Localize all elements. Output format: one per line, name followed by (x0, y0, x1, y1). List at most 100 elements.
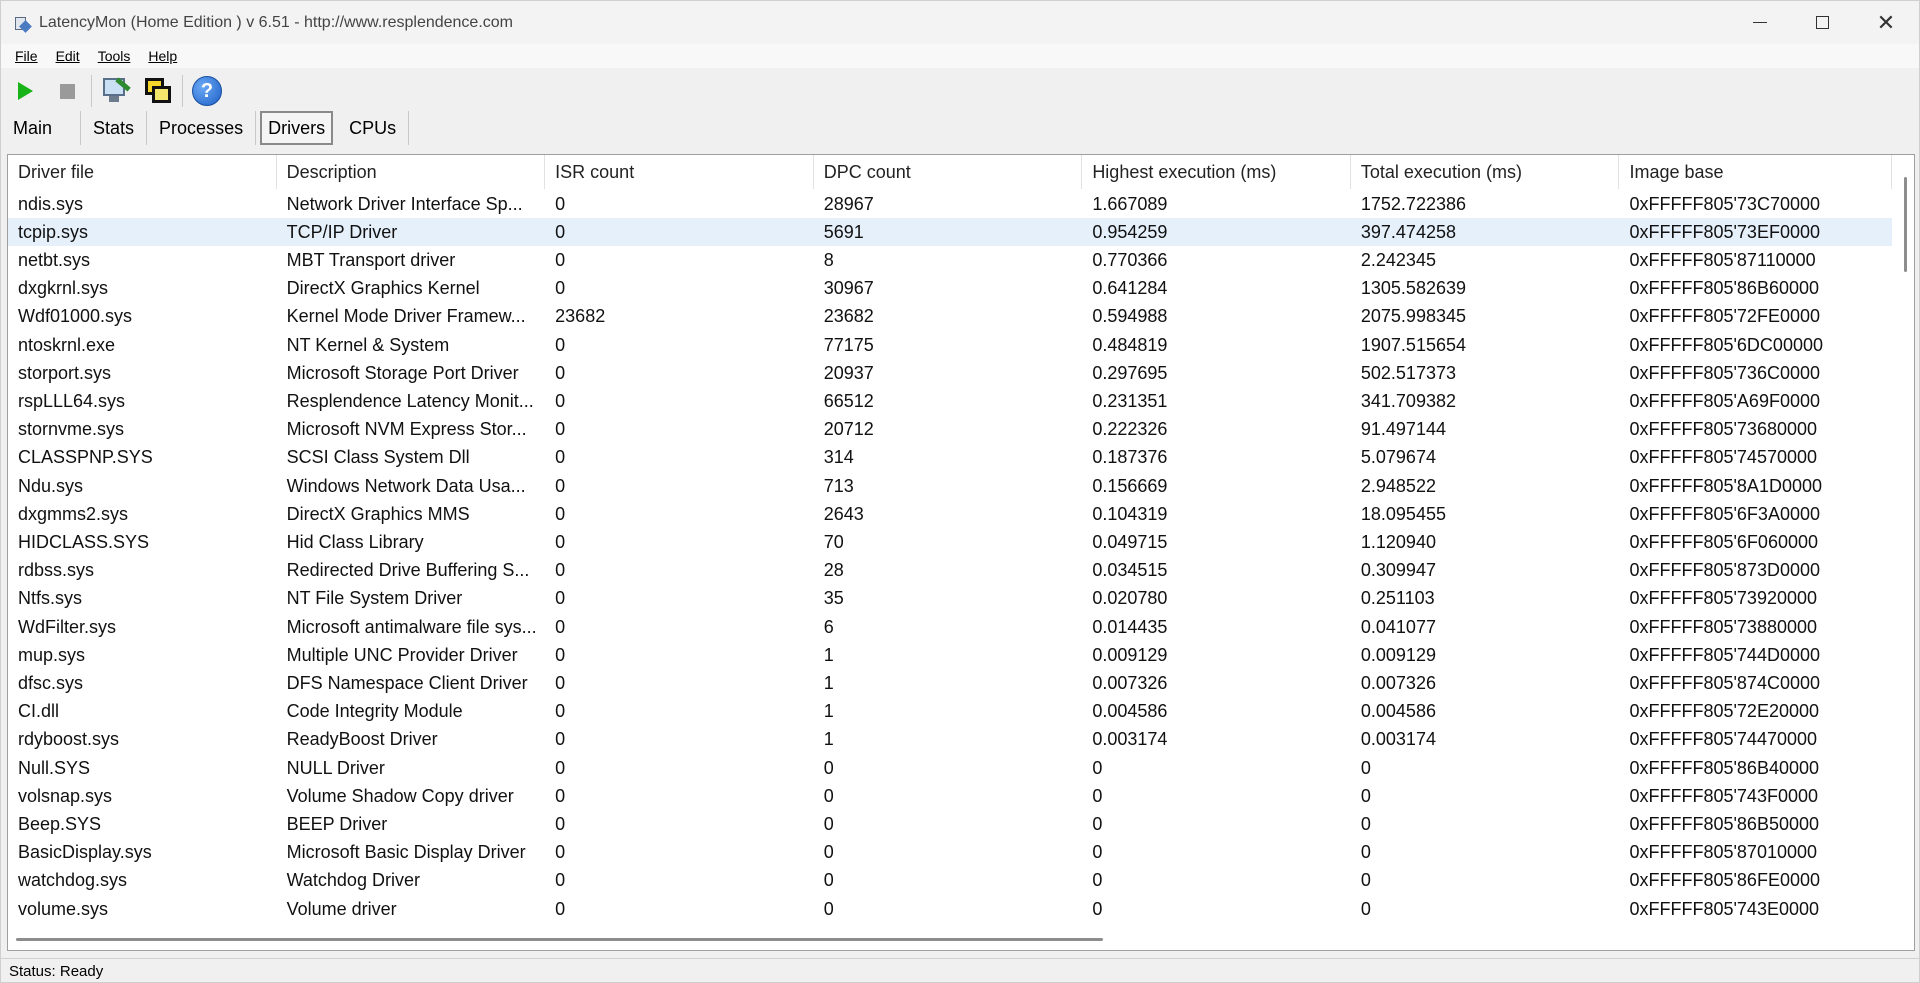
table-cell: 0 (1092, 870, 1103, 891)
table-cell: 0xFFFFF805'743E0000 (1629, 898, 1820, 919)
table-cell: 0 (555, 278, 566, 299)
table-row[interactable]: rspLLL64.sys Resplendence Latency Monit..… (8, 387, 1892, 415)
table-cell: 0 (555, 757, 566, 778)
table-cell: 0.156669 (1092, 475, 1168, 496)
table-cell: CI.dll (18, 701, 60, 722)
table-cell: Microsoft antimalware file sys... (286, 616, 537, 637)
table-cell: netbt.sys (18, 249, 91, 270)
maximize-button[interactable] (1791, 1, 1853, 44)
table-row[interactable]: WdFilter.sys Microsoft antimalware file s… (8, 613, 1892, 641)
close-button[interactable]: ✕ (1853, 1, 1919, 44)
horizontal-scrollbar[interactable] (8, 926, 1892, 950)
column-header-driver-file[interactable]: Driver file (8, 155, 277, 189)
title-bar[interactable]: LatencyMon (Home Edition ) v 6.51 - http… (1, 1, 1919, 44)
table-cell: 0.594988 (1092, 306, 1168, 327)
table-row[interactable]: rdbss.sys Redirected Drive Buffering S...… (8, 557, 1892, 585)
table-row[interactable]: CI.dll Code Integrity Module 0 1 0.004586 0.0… (8, 698, 1892, 726)
table-row[interactable]: dfsc.sys DFS Namespace Client Driver 0 1 0.0… (8, 669, 1892, 697)
menu-file-label: File (15, 48, 38, 64)
horizontal-scroll-thumb[interactable] (16, 938, 1103, 941)
table-cell: 1907.515654 (1360, 334, 1466, 355)
table-row[interactable]: watchdog.sys Watchdog Driver 0 0 0 0 0xFFFFF80… (8, 867, 1892, 895)
table-cell: 0 (555, 503, 566, 524)
table-row[interactable]: mup.sys Multiple UNC Provider Driver 0 1 0.0… (8, 641, 1892, 669)
monitor-button[interactable] (98, 73, 134, 109)
table-row[interactable]: Ndu.sys Windows Network Data Usa... 0 713 0.… (8, 472, 1892, 500)
table-cell: 0.049715 (1092, 531, 1168, 552)
table-row[interactable]: CLASSPNP.SYS SCSI Class System Dll 0 314 0.1… (8, 444, 1892, 472)
table-cell: 0 (555, 193, 566, 214)
table-cell: 0 (555, 560, 566, 581)
table-cell: 0 (823, 785, 834, 806)
vertical-scroll-thumb[interactable] (1904, 177, 1907, 272)
tab-processes[interactable]: Processes (147, 111, 257, 145)
help-button[interactable]: ? (189, 73, 225, 109)
start-button[interactable] (7, 73, 43, 109)
help-icon: ? (192, 76, 222, 106)
table-row[interactable]: volume.sys Volume driver 0 0 0 0 0xFFFFF805'74… (8, 895, 1892, 923)
table-cell: 0xFFFFF805'86FE0000 (1629, 870, 1820, 891)
tab-drivers[interactable]: Drivers (260, 111, 334, 145)
table-cell: 0xFFFFF805'73880000 (1629, 616, 1818, 637)
table-row[interactable]: Null.SYS NULL Driver 0 0 0 0 0xFFFFF805'86B400… (8, 754, 1892, 782)
table-row[interactable]: tcpip.sys TCP/IP Driver 0 5691 0.954259 397.4… (8, 218, 1892, 247)
column-header-isr-count[interactable]: ISR count (545, 155, 814, 189)
table-cell: stornvme.sys (18, 419, 125, 440)
table-cell: Microsoft Storage Port Driver (286, 362, 519, 383)
table-cell: Microsoft Basic Display Driver (286, 842, 526, 863)
table-row[interactable]: ndis.sys Network Driver Interface Sp... 0 2… (8, 190, 1892, 218)
table-row[interactable]: Ntfs.sys NT File System Driver 0 35 0.020780… (8, 585, 1892, 613)
minimize-button[interactable] (1729, 1, 1791, 44)
drivers-table: Driver file Description ISR count DPC co… (7, 154, 1915, 951)
table-row[interactable]: dxgkrnl.sys DirectX Graphics Kernel 0 30967… (8, 275, 1892, 303)
table-row[interactable]: dxgmms2.sys DirectX Graphics MMS 0 2643 0.10… (8, 500, 1892, 528)
table-cell: 0.014435 (1092, 616, 1168, 637)
menu-bar: File Edit Tools Help (1, 44, 1919, 68)
table-cell: 66512 (823, 390, 874, 411)
table-row[interactable]: rdyboost.sys ReadyBoost Driver 0 1 0.003174 0… (8, 726, 1892, 754)
table-row[interactable]: Beep.SYS BEEP Driver 0 0 0 0 0xFFFFF805'86B500… (8, 810, 1892, 838)
vertical-scrollbar[interactable] (1892, 155, 1914, 927)
menu-file[interactable]: File (1, 48, 44, 64)
table-cell: tcpip.sys (18, 221, 89, 242)
table-row[interactable]: Wdf01000.sys Kernel Mode Driver Framew...… (8, 303, 1892, 331)
table-row[interactable]: BasicDisplay.sys Microsoft Basic Display … (8, 839, 1892, 867)
table-row[interactable]: HIDCLASS.SYS Hid Class Library 0 70 0.049715… (8, 528, 1892, 556)
table-cell: 0xFFFFF805'72E20000 (1629, 701, 1820, 722)
column-header-description[interactable]: Description (277, 155, 546, 189)
table-cell: DirectX Graphics Kernel (286, 278, 480, 299)
maximize-icon (1815, 16, 1829, 29)
menu-help[interactable]: Help (136, 48, 183, 64)
tab-cpus[interactable]: CPUs (337, 111, 410, 145)
table-row[interactable]: netbt.sys MBT Transport driver 0 8 0.770366 2… (8, 246, 1892, 274)
menu-tools[interactable]: Tools (86, 48, 137, 64)
table-row[interactable]: stornvme.sys Microsoft NVM Express Stor..… (8, 416, 1892, 444)
table-cell: 1.120940 (1360, 531, 1436, 552)
monitor-icon (101, 76, 131, 106)
column-header-image-base[interactable]: Image base (1619, 155, 1893, 189)
table-cell: 0xFFFFF805'86B60000 (1629, 278, 1820, 299)
table-row[interactable]: ntoskrnl.exe NT Kernel & System 0 77175 0.48… (8, 331, 1892, 359)
table-cell: 0.187376 (1092, 447, 1168, 468)
table-cell: 0 (555, 785, 566, 806)
table-cell: 0.309947 (1360, 560, 1436, 581)
minimize-icon (1753, 22, 1767, 23)
table-cell: 20937 (823, 362, 874, 383)
tab-stats[interactable]: Stats (81, 111, 148, 145)
column-header-dpc-count[interactable]: DPC count (814, 155, 1083, 189)
table-cell: 0 (823, 842, 834, 863)
column-header-total-execution[interactable]: Total execution (ms) (1351, 155, 1620, 189)
table-cell: 8 (823, 249, 834, 270)
stop-button[interactable] (49, 73, 85, 109)
column-header-highest-execution[interactable]: Highest execution (ms) (1082, 155, 1351, 189)
table-cell: Kernel Mode Driver Framew... (286, 306, 526, 327)
menu-edit[interactable]: Edit (44, 48, 86, 64)
windows-button[interactable] (140, 73, 176, 109)
table-cell: 6 (823, 616, 834, 637)
table-cell: BasicDisplay.sys (18, 842, 152, 863)
table-cell: 0.003174 (1360, 729, 1436, 750)
table-cell: 0 (1360, 785, 1371, 806)
table-row[interactable]: volsnap.sys Volume Shadow Copy driver 0 0 0 0… (8, 782, 1892, 810)
table-row[interactable]: storport.sys Microsoft Storage Port Drive… (8, 359, 1892, 387)
tab-main[interactable]: Main (1, 111, 82, 145)
